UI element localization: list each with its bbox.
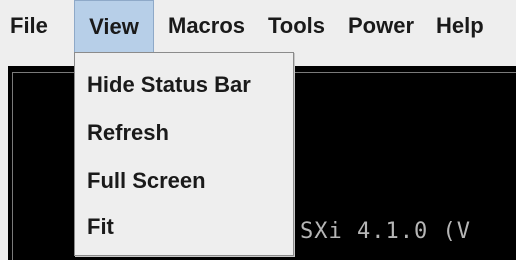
menu-macros[interactable]: Macros (168, 0, 245, 52)
menu-item-hide-status-bar[interactable]: Hide Status Bar (75, 61, 293, 109)
view-menu-dropdown: Hide Status Bar Refresh Full Screen Fit (74, 52, 294, 256)
menu-item-refresh[interactable]: Refresh (75, 109, 293, 157)
menu-view[interactable]: View (74, 0, 154, 52)
menu-bar: File View Macros Tools Power Help (0, 0, 516, 52)
menu-help[interactable]: Help (436, 0, 484, 52)
menu-item-full-screen[interactable]: Full Screen (75, 157, 293, 205)
menu-item-fit[interactable]: Fit (75, 203, 293, 251)
menu-tools[interactable]: Tools (268, 0, 325, 52)
menu-file[interactable]: File (10, 0, 48, 52)
menu-power[interactable]: Power (348, 0, 414, 52)
console-version-text: SXi 4.1.0 (V (300, 219, 471, 244)
